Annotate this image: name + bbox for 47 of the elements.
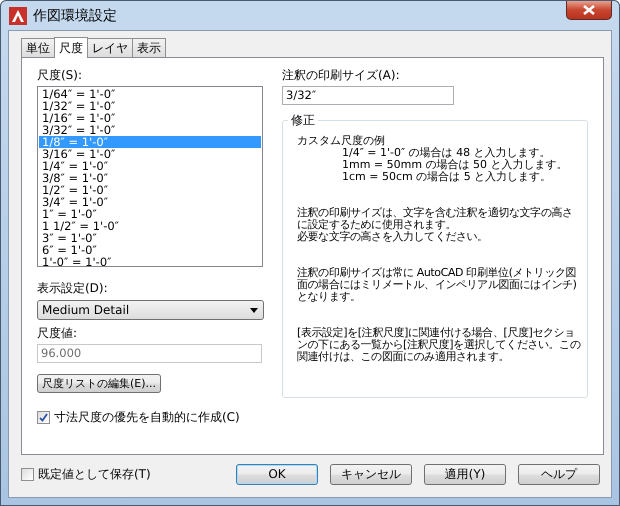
dropdown-arrow-icon — [250, 308, 258, 312]
checkbox-label: 寸法尺度の優先を自動的に作成(C) — [54, 409, 240, 426]
edit-scale-list-button[interactable]: 尺度リストの編集(E)... — [37, 374, 162, 393]
dialog-button[interactable]: 適用(Y) — [424, 464, 506, 484]
checkbox-label: 既定値として保存(T) — [38, 466, 151, 482]
dialog-button[interactable]: キャンセル — [330, 464, 412, 484]
dialog-button[interactable]: OK — [236, 464, 318, 484]
scale-list-item[interactable]: 3/8″ = 1'-0″ — [39, 172, 261, 184]
dialog-button[interactable]: ヘルプ — [518, 464, 600, 484]
app-logo-icon — [9, 6, 27, 24]
print-size-label: 注釈の印刷サイズ(A): — [282, 68, 400, 82]
help-heading: カスタム尺度の例 — [297, 135, 386, 147]
scale-list-item[interactable]: 3/32″ = 1'-0″ — [39, 124, 261, 136]
example-text: 1/4″ = 1'-0″ の場合は 48 と入力します。 — [341, 147, 552, 159]
scale-list-item[interactable]: 1/16″ = 1'-0″ — [39, 112, 261, 124]
scale-list-item[interactable]: 3/16″ = 1'-0″ — [39, 148, 261, 160]
scale-list-item[interactable]: 3″ = 1'-0″ — [39, 232, 261, 244]
checkbox[interactable] — [21, 468, 34, 480]
scale-list-item[interactable]: 1/64″ = 1'-0″ — [39, 88, 261, 100]
scale-list-item[interactable]: 6″ = 1'-0″ — [39, 244, 261, 256]
print-size-field[interactable]: 3/32″ — [282, 86, 454, 105]
scale-value-label: 尺度値: — [37, 326, 78, 340]
scale-list-item[interactable]: 1 1/2″ = 1'-0″ — [39, 220, 261, 232]
scale-list-item[interactable]: 1'-0″ = 1'-0″ — [39, 256, 261, 266]
group-title: 修正 — [288, 113, 318, 127]
tab[interactable]: 単位 — [21, 38, 55, 57]
window-title: 作図環境設定 — [33, 6, 117, 24]
tab[interactable]: レイヤ — [87, 38, 133, 57]
checkbox[interactable] — [37, 411, 50, 424]
display-setting-label: 表示設定(D): — [37, 281, 108, 295]
help-text: 注釈の印刷サイズは常に AutoCAD 印刷単位(メトリック図面の場合にはミリメートル、インペリアル図面にはインチ)となります。 — [297, 267, 578, 303]
scale-list-item[interactable]: 3/4″ = 1'-0″ — [39, 196, 261, 208]
scale-label: 尺度(S): — [37, 68, 82, 82]
help-text: [表示設定]を[注釈尺度]に関連付ける場合、[尺度]セクションの下にある一覧から[注釈尺度]を選択してください。この関連付けは、この図面にのみ適用されます。 — [297, 327, 581, 363]
example-text: 1cm = 50cm の場合は 5 と入力します。 — [341, 171, 552, 183]
help-text: 注釈の印刷サイズは、文字を含む注釈を適切な文字の高さに設定するために使用されます。 — [297, 207, 574, 231]
display-setting-dropdown[interactable]: Medium Detail — [37, 300, 264, 320]
close-button[interactable] — [566, 1, 612, 20]
scale-list-item[interactable]: 1/32″ = 1'-0″ — [39, 100, 261, 112]
help-text: 必要な文字の高さを入力してください。 — [297, 231, 489, 243]
scale-list-item[interactable]: 1″ = 1'-0″ — [39, 208, 261, 220]
tab[interactable]: 表示 — [132, 38, 166, 57]
scale-list-item[interactable]: 1/2″ = 1'-0″ — [39, 184, 261, 196]
close-icon — [583, 5, 595, 15]
tab[interactable]: 尺度 — [54, 37, 88, 58]
example-text: 1mm = 50mm の場合は 50 と入力します。 — [341, 159, 569, 171]
scale-list-item[interactable]: 1/4″ = 1'-0″ — [39, 160, 261, 172]
